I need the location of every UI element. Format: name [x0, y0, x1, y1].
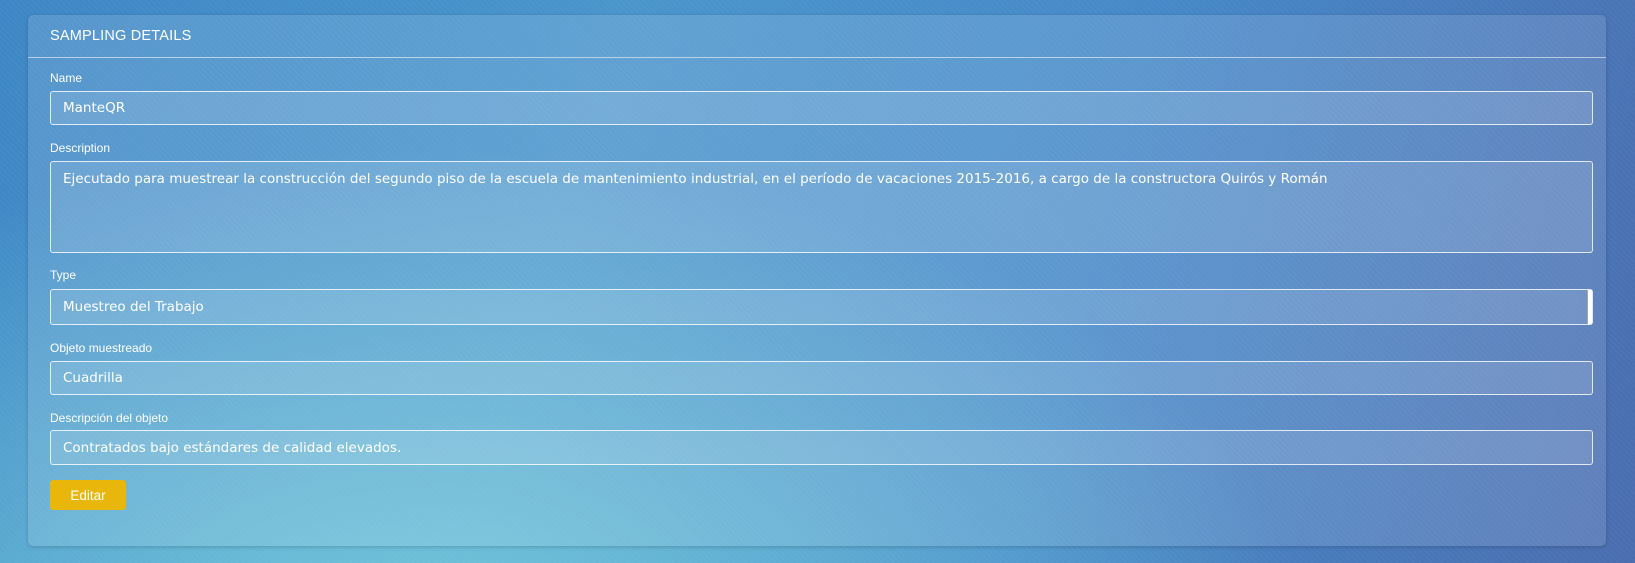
sampled-object-value: Cuadrilla: [63, 370, 123, 386]
name-label: Name: [50, 71, 83, 85]
type-select[interactable]: Muestreo del Trabajo: [50, 289, 1593, 325]
edit-button[interactable]: Editar: [50, 480, 126, 510]
object-description-field[interactable]: Contratados bajo estándares de calidad e…: [50, 430, 1593, 465]
object-description-value: Contratados bajo estándares de calidad e…: [63, 439, 402, 456]
panel-header: SAMPLING DETAILS: [28, 15, 1606, 58]
select-scroll-handle[interactable]: [1587, 290, 1592, 324]
sampled-object-label: Objeto muestreado: [50, 341, 153, 355]
description-textarea[interactable]: Ejecutado para muestrear la construcción…: [50, 161, 1593, 253]
sampling-details-panel: SAMPLING DETAILS Name ManteQR Descriptio…: [28, 15, 1606, 546]
type-label: Type: [50, 268, 77, 282]
type-value: Muestreo del Trabajo: [63, 299, 204, 315]
sampled-object-field[interactable]: Cuadrilla: [50, 361, 1593, 395]
object-description-label: Descripción del objeto: [50, 411, 169, 425]
panel-title: SAMPLING DETAILS: [50, 28, 192, 44]
name-field[interactable]: ManteQR: [50, 91, 1593, 125]
name-value: ManteQR: [63, 100, 126, 116]
description-value: Ejecutado para muestrear la construcción…: [63, 171, 1328, 187]
description-label: Description: [50, 141, 111, 155]
